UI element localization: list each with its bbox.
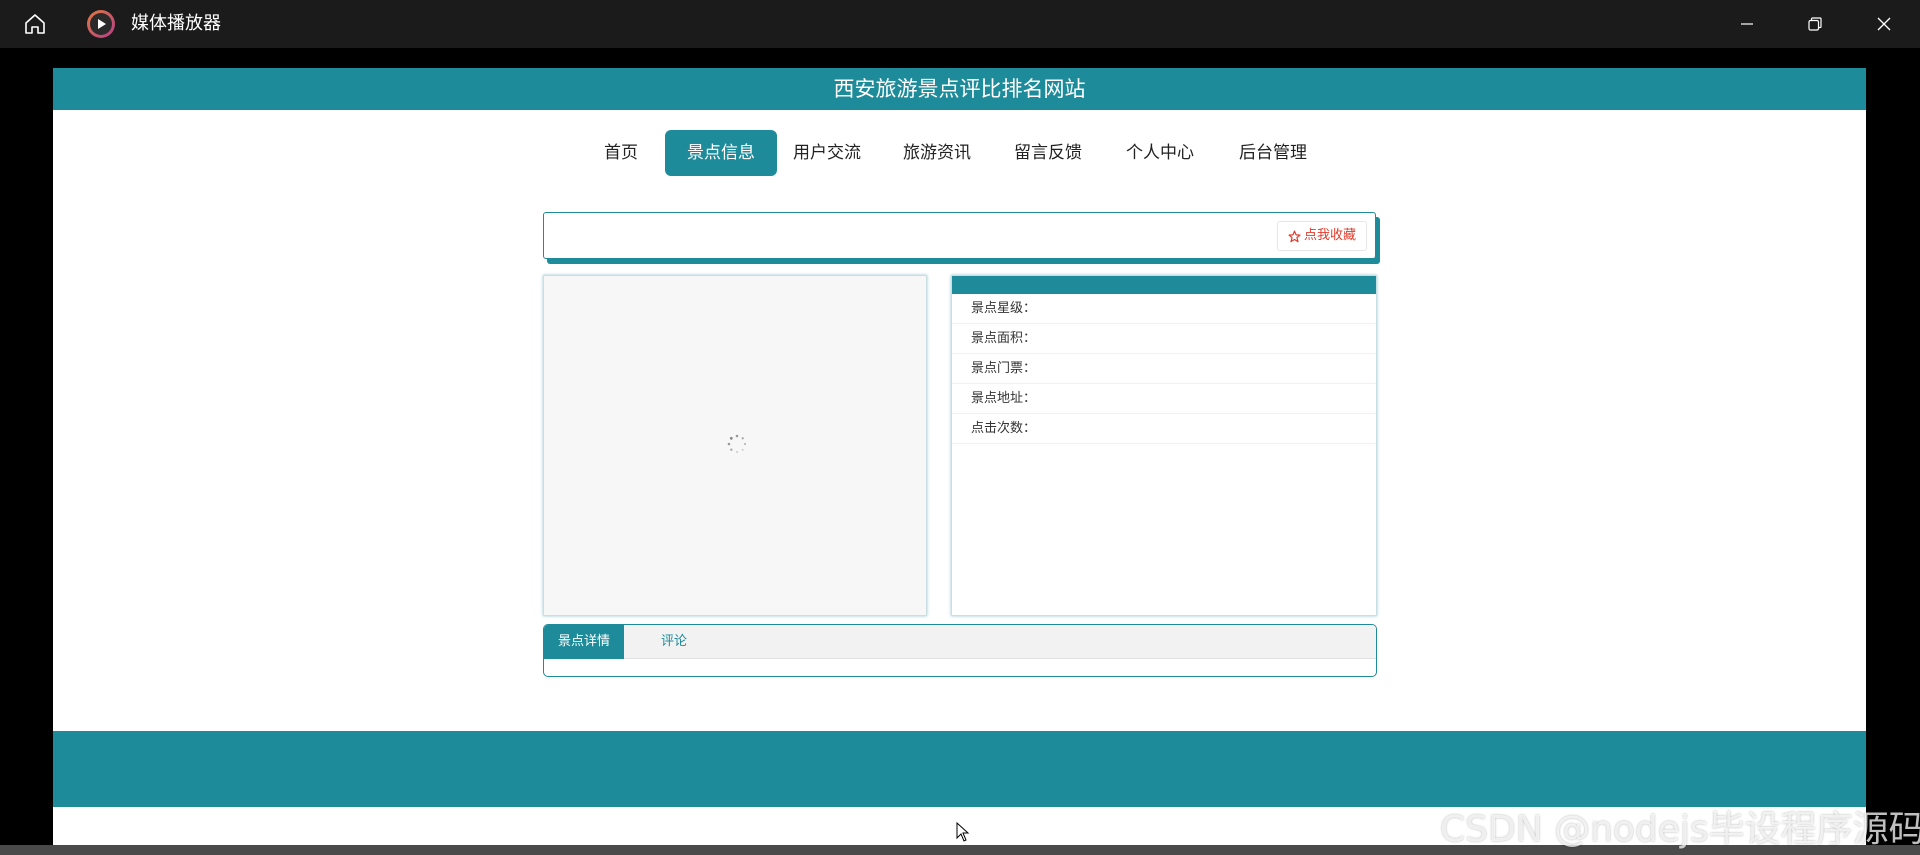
star-icon xyxy=(1288,229,1301,242)
close-button[interactable] xyxy=(1850,0,1918,48)
site-title: 西安旅游景点评比排名网站 xyxy=(53,68,1866,110)
watermark: CSDN @nodejs毕设程序源码 xyxy=(1440,809,1920,850)
info-ticket: 景点门票： xyxy=(952,354,1376,384)
player-title: 媒体播放器 xyxy=(131,13,221,34)
tab-comments[interactable]: 评论 xyxy=(644,625,704,659)
loading-spinner-icon xyxy=(727,434,747,453)
minimize-icon xyxy=(1741,23,1753,25)
attraction-info-panel: 景点星级： 景点面积： 景点门票： 景点地址： 点击次数： xyxy=(951,275,1377,616)
nav-personal-center[interactable]: 个人中心 xyxy=(1120,130,1200,176)
tab-bar: 景点详情 评论 xyxy=(544,625,1376,659)
info-address: 景点地址： xyxy=(952,384,1376,414)
nav-feedback[interactable]: 留言反馈 xyxy=(1008,130,1088,176)
detail-tabs: 景点详情 评论 xyxy=(543,624,1377,677)
favorite-button[interactable]: 点我收藏 xyxy=(1276,221,1367,251)
nav-user-exchange[interactable]: 用户交流 xyxy=(787,130,867,176)
site-footer xyxy=(53,731,1866,807)
nav-attractions[interactable]: 景点信息 xyxy=(665,130,777,176)
info-click-count: 点击次数： xyxy=(952,414,1376,444)
info-panel-header xyxy=(952,276,1376,294)
nav-travel-news[interactable]: 旅游资讯 xyxy=(897,130,977,176)
favorite-label: 点我收藏 xyxy=(1303,228,1356,243)
nav-home[interactable]: 首页 xyxy=(588,130,654,176)
player-title-bar: 媒体播放器 xyxy=(0,0,1920,48)
restore-icon xyxy=(1808,17,1822,31)
attraction-image xyxy=(543,275,927,616)
minimize-button[interactable] xyxy=(1713,0,1781,48)
home-button[interactable] xyxy=(20,10,50,38)
tab-details[interactable]: 景点详情 xyxy=(544,625,624,659)
title-bar: 点我收藏 xyxy=(543,212,1376,259)
info-area: 景点面积： xyxy=(952,324,1376,354)
nav-admin[interactable]: 后台管理 xyxy=(1233,130,1313,176)
close-icon xyxy=(1877,17,1891,31)
video-frame: 西安旅游景点评比排名网站 首页 景点信息 用户交流 旅游资讯 留言反馈 个人中心… xyxy=(53,68,1866,855)
info-star-level: 景点星级： xyxy=(952,294,1376,324)
restore-button[interactable] xyxy=(1781,0,1849,48)
play-icon xyxy=(87,10,115,38)
home-icon xyxy=(25,14,45,34)
mouse-cursor-icon xyxy=(956,822,970,842)
